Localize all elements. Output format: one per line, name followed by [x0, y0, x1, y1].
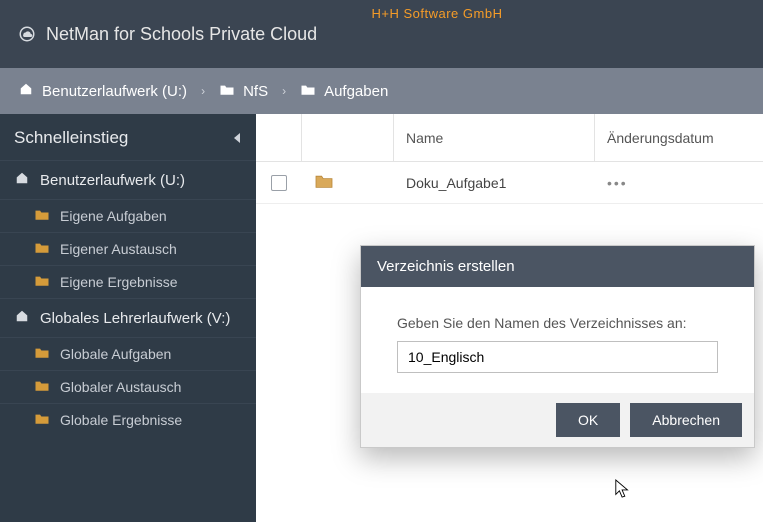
- sidebar-item-label: Globale Ergebnisse: [60, 412, 182, 428]
- folder-icon: [300, 83, 316, 100]
- sidebar-item-globale-aufgaben[interactable]: Globale Aufgaben: [0, 337, 256, 370]
- sidebar-item-label: Globale Aufgaben: [60, 346, 171, 362]
- chevron-right-icon: ›: [201, 84, 205, 98]
- table-row[interactable]: Doku_Aufgabe1 •••: [256, 162, 763, 204]
- cancel-button[interactable]: Abbrechen: [630, 403, 742, 437]
- row-checkbox[interactable]: [271, 175, 287, 191]
- app-title-text: NetMan for Schools Private Cloud: [46, 24, 317, 45]
- sidebar-item-eigene-ergebnisse[interactable]: Eigene Ergebnisse: [0, 265, 256, 298]
- sidebar-item-eigene-aufgaben[interactable]: Eigene Aufgaben: [0, 199, 256, 232]
- column-checkbox: [256, 114, 302, 161]
- folder-icon: [34, 412, 50, 428]
- folder-icon: [34, 241, 50, 257]
- sidebar-item-globaler-austausch[interactable]: Globaler Austausch: [0, 370, 256, 403]
- sidebar-item-label: Eigene Aufgaben: [60, 208, 167, 224]
- breadcrumb-root-label: Benutzerlaufwerk (U:): [42, 83, 187, 100]
- table-header: Name Änderungsdatum: [256, 114, 763, 162]
- row-name: Doku_Aufgabe1: [394, 175, 595, 191]
- sidebar-item-label: Globaler Austausch: [60, 379, 181, 395]
- sidebar-section-teacher-drive[interactable]: Globales Lehrerlaufwerk (V:): [0, 298, 256, 337]
- folder-icon: [34, 274, 50, 290]
- breadcrumb-leaf[interactable]: Aufgaben: [300, 83, 388, 100]
- home-icon: [14, 171, 30, 189]
- row-actions-icon[interactable]: •••: [595, 175, 763, 191]
- sidebar-section-label: Globales Lehrerlaufwerk (V:): [40, 310, 230, 327]
- breadcrumb-mid-label: NfS: [243, 83, 268, 100]
- home-icon: [14, 309, 30, 327]
- breadcrumb-mid[interactable]: NfS: [219, 83, 268, 100]
- sidebar-section-user-drive[interactable]: Benutzerlaufwerk (U:): [0, 160, 256, 199]
- sidebar-item-globale-ergebnisse[interactable]: Globale Ergebnisse: [0, 403, 256, 436]
- sidebar-item-label: Eigene Ergebnisse: [60, 274, 178, 290]
- dialog-prompt: Geben Sie den Namen des Verzeichnisses a…: [397, 315, 718, 331]
- chevron-right-icon: ›: [282, 84, 286, 98]
- sidebar-item-eigener-austausch[interactable]: Eigener Austausch: [0, 232, 256, 265]
- column-date[interactable]: Änderungsdatum: [595, 114, 763, 161]
- vendor-brand: H+H Software GmbH: [372, 6, 503, 21]
- app-title: NetMan for Schools Private Cloud: [18, 24, 317, 45]
- folder-icon: [34, 208, 50, 224]
- folder-icon: [34, 379, 50, 395]
- folder-icon: [34, 346, 50, 362]
- breadcrumb-root[interactable]: Benutzerlaufwerk (U:): [18, 82, 187, 100]
- sidebar-item-label: Eigener Austausch: [60, 241, 177, 257]
- cloud-icon: [18, 25, 36, 43]
- sidebar-header: Schnelleinstieg: [0, 114, 256, 160]
- sidebar-header-label: Schnelleinstieg: [14, 128, 128, 148]
- column-icon: [302, 114, 394, 161]
- column-name[interactable]: Name: [394, 114, 595, 161]
- breadcrumb: Benutzerlaufwerk (U:) › NfS › Aufgaben: [0, 68, 763, 114]
- sidebar-section-label: Benutzerlaufwerk (U:): [40, 172, 185, 189]
- breadcrumb-leaf-label: Aufgaben: [324, 83, 388, 100]
- sidebar: Schnelleinstieg Benutzerlaufwerk (U:) Ei…: [0, 114, 256, 522]
- dialog-footer: OK Abbrechen: [361, 393, 754, 447]
- ok-button[interactable]: OK: [556, 403, 620, 437]
- topbar: H+H Software GmbH NetMan for Schools Pri…: [0, 0, 763, 68]
- folder-icon: [219, 83, 235, 100]
- folder-icon: [314, 173, 334, 192]
- create-directory-dialog: Verzeichnis erstellen Geben Sie den Name…: [360, 245, 755, 448]
- directory-name-input[interactable]: [397, 341, 718, 373]
- sidebar-collapse-button[interactable]: [234, 133, 240, 143]
- home-icon: [18, 82, 34, 100]
- dialog-title: Verzeichnis erstellen: [361, 246, 754, 287]
